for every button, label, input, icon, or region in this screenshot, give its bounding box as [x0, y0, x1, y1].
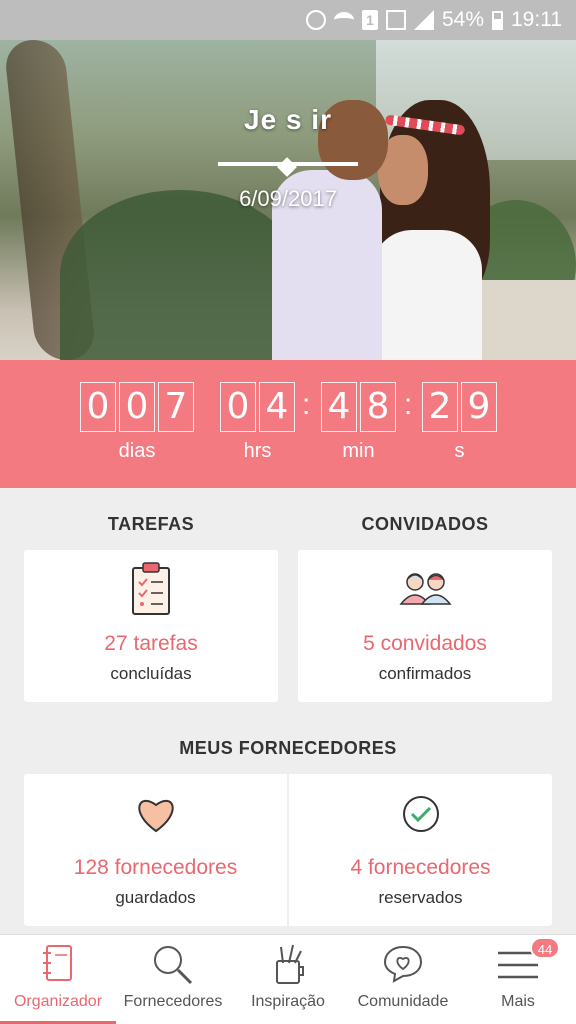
digit: 2	[422, 382, 458, 432]
nav-label: Organizador	[13, 993, 103, 1010]
guests-card[interactable]: 5 convidados confirmados	[298, 550, 552, 702]
sim-icon: 1	[361, 10, 378, 30]
photo-tree	[60, 190, 300, 360]
no-signal-icon	[385, 10, 406, 30]
tasks-title: TAREFAS	[107, 514, 195, 534]
colon: :	[404, 388, 413, 421]
notification-badge: 44	[530, 937, 560, 959]
days-digits: 0 0 7	[80, 382, 194, 432]
saved-vendors-card[interactable]: 128 fornecedores guardados	[24, 774, 287, 926]
hours-digits: 0 4	[220, 382, 295, 432]
digit: 9	[461, 382, 497, 432]
signal-icon	[413, 10, 434, 30]
checklist-icon	[131, 562, 171, 621]
booked-vendors-count: 4 fornecedores	[350, 856, 491, 879]
bottom-nav: Organizador Fornecedores Inspiração Comu…	[0, 934, 576, 1024]
status-bar: 1 54% 19:11	[0, 0, 576, 40]
battery-icon	[492, 10, 503, 30]
guests-title: CONVIDADOS	[361, 514, 489, 534]
wifi-icon	[333, 12, 354, 28]
seconds-label: s	[454, 440, 465, 462]
couple-names: Je s ir	[244, 104, 332, 135]
digit: 4	[259, 382, 295, 432]
photo-woman	[372, 230, 482, 360]
vendors-title: MEUS FORNECEDORES	[179, 738, 397, 758]
heart-icon	[135, 796, 177, 839]
digit: 7	[158, 382, 194, 432]
colon: :	[302, 388, 311, 421]
notebook-icon	[41, 943, 75, 988]
guests-sub: confirmados	[378, 664, 472, 683]
nav-comunidade[interactable]: Comunidade	[346, 935, 460, 1024]
minutes-label: min	[342, 440, 375, 462]
saved-vendors-count: 128 fornecedores	[73, 856, 238, 879]
nav-inspiracao[interactable]: Inspiração	[230, 935, 346, 1024]
digit: 4	[321, 382, 357, 432]
booked-vendors-card[interactable]: 4 fornecedores reservados	[289, 774, 552, 926]
saved-vendors-sub: guardados	[115, 888, 196, 907]
booked-vendors-sub: reservados	[378, 888, 463, 907]
nav-label: Inspiração	[251, 993, 325, 1010]
days-label: dias	[118, 440, 156, 462]
heart-chat-icon	[382, 943, 424, 990]
tasks-count: 27 tarefas	[104, 632, 198, 655]
digit: 0	[220, 382, 256, 432]
digit: 8	[360, 382, 396, 432]
battery-percent: 54%	[441, 8, 484, 31]
guests-icon	[398, 570, 452, 611]
digit: 0	[119, 382, 155, 432]
countdown: 0 0 7 0 4 : 4 8 : 2 9 dias hrs min s	[0, 360, 576, 488]
alarm-icon	[305, 10, 326, 30]
clock: 19:11	[511, 8, 562, 31]
nav-label: Mais	[501, 993, 535, 1010]
minutes-digits: 4 8	[321, 382, 396, 432]
tasks-card[interactable]: 27 tarefas concluídas	[24, 550, 278, 702]
seconds-digits: 2 9	[422, 382, 497, 432]
wedding-date: 6/09/2017	[239, 186, 337, 211]
nav-label: Comunidade	[357, 993, 449, 1010]
nav-fornecedores[interactable]: Fornecedores	[116, 935, 230, 1024]
nav-organizador[interactable]: Organizador	[0, 935, 116, 1024]
hours-label: hrs	[243, 440, 272, 462]
check-circle-icon	[401, 794, 441, 839]
tasks-sub: concluídas	[110, 664, 192, 683]
guests-count: 5 convidados	[363, 632, 487, 655]
nav-label: Fornecedores	[123, 993, 223, 1010]
search-icon	[151, 943, 195, 990]
digit: 0	[80, 382, 116, 432]
couple-photo[interactable]: Je s ir 6/09/2017	[0, 40, 576, 360]
pencil-cup-icon	[271, 943, 305, 990]
